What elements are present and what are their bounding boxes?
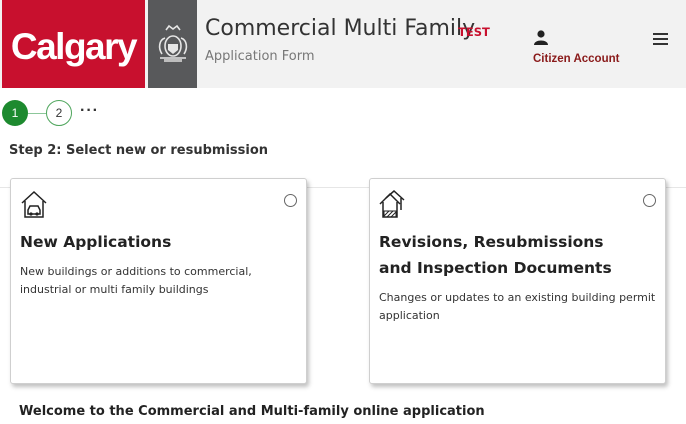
house-car-icon [20,190,48,220]
step-connector [28,113,46,114]
step-2[interactable]: 2 [46,100,72,126]
logo-text: Calgary [10,26,138,67]
new-applications-card[interactable]: New Applications New buildings or additi… [10,178,307,384]
page-title: Commercial Multi Family [205,16,476,41]
card-description: New buildings or additions to commercial… [20,265,252,296]
card-title: Revisions, Resubmissions and Inspection … [379,233,612,277]
citizen-account-label: Citizen Account [533,53,620,65]
more-steps-indicator: ··· [80,102,99,119]
calgary-logo[interactable]: Calgary [2,0,145,88]
new-applications-radio[interactable] [284,194,297,207]
house-revision-icon [379,189,407,220]
welcome-heading: Welcome to the Commercial and Multi-fami… [19,404,485,419]
page-subtitle: Application Form [205,49,315,64]
hamburger-menu-icon[interactable] [651,31,671,47]
step-1[interactable]: 1 [2,100,28,126]
step-heading: Step 2: Select new or resubmission [9,143,269,158]
revisions-radio[interactable] [643,194,656,207]
environment-badge: TEST [458,25,490,39]
citizen-account-button[interactable]: Citizen Account [533,30,627,70]
progress-stepper: 1 2 ··· [0,99,200,129]
app-header: Calgary Commercial Multi Family TEST App… [0,0,686,88]
city-crest-icon [148,0,197,88]
card-title: New Applications [20,233,172,251]
revisions-resubmissions-card[interactable]: Revisions, Resubmissions and Inspection … [369,178,666,384]
user-icon [534,30,548,50]
card-description: Changes or updates to an existing buildi… [379,291,656,322]
